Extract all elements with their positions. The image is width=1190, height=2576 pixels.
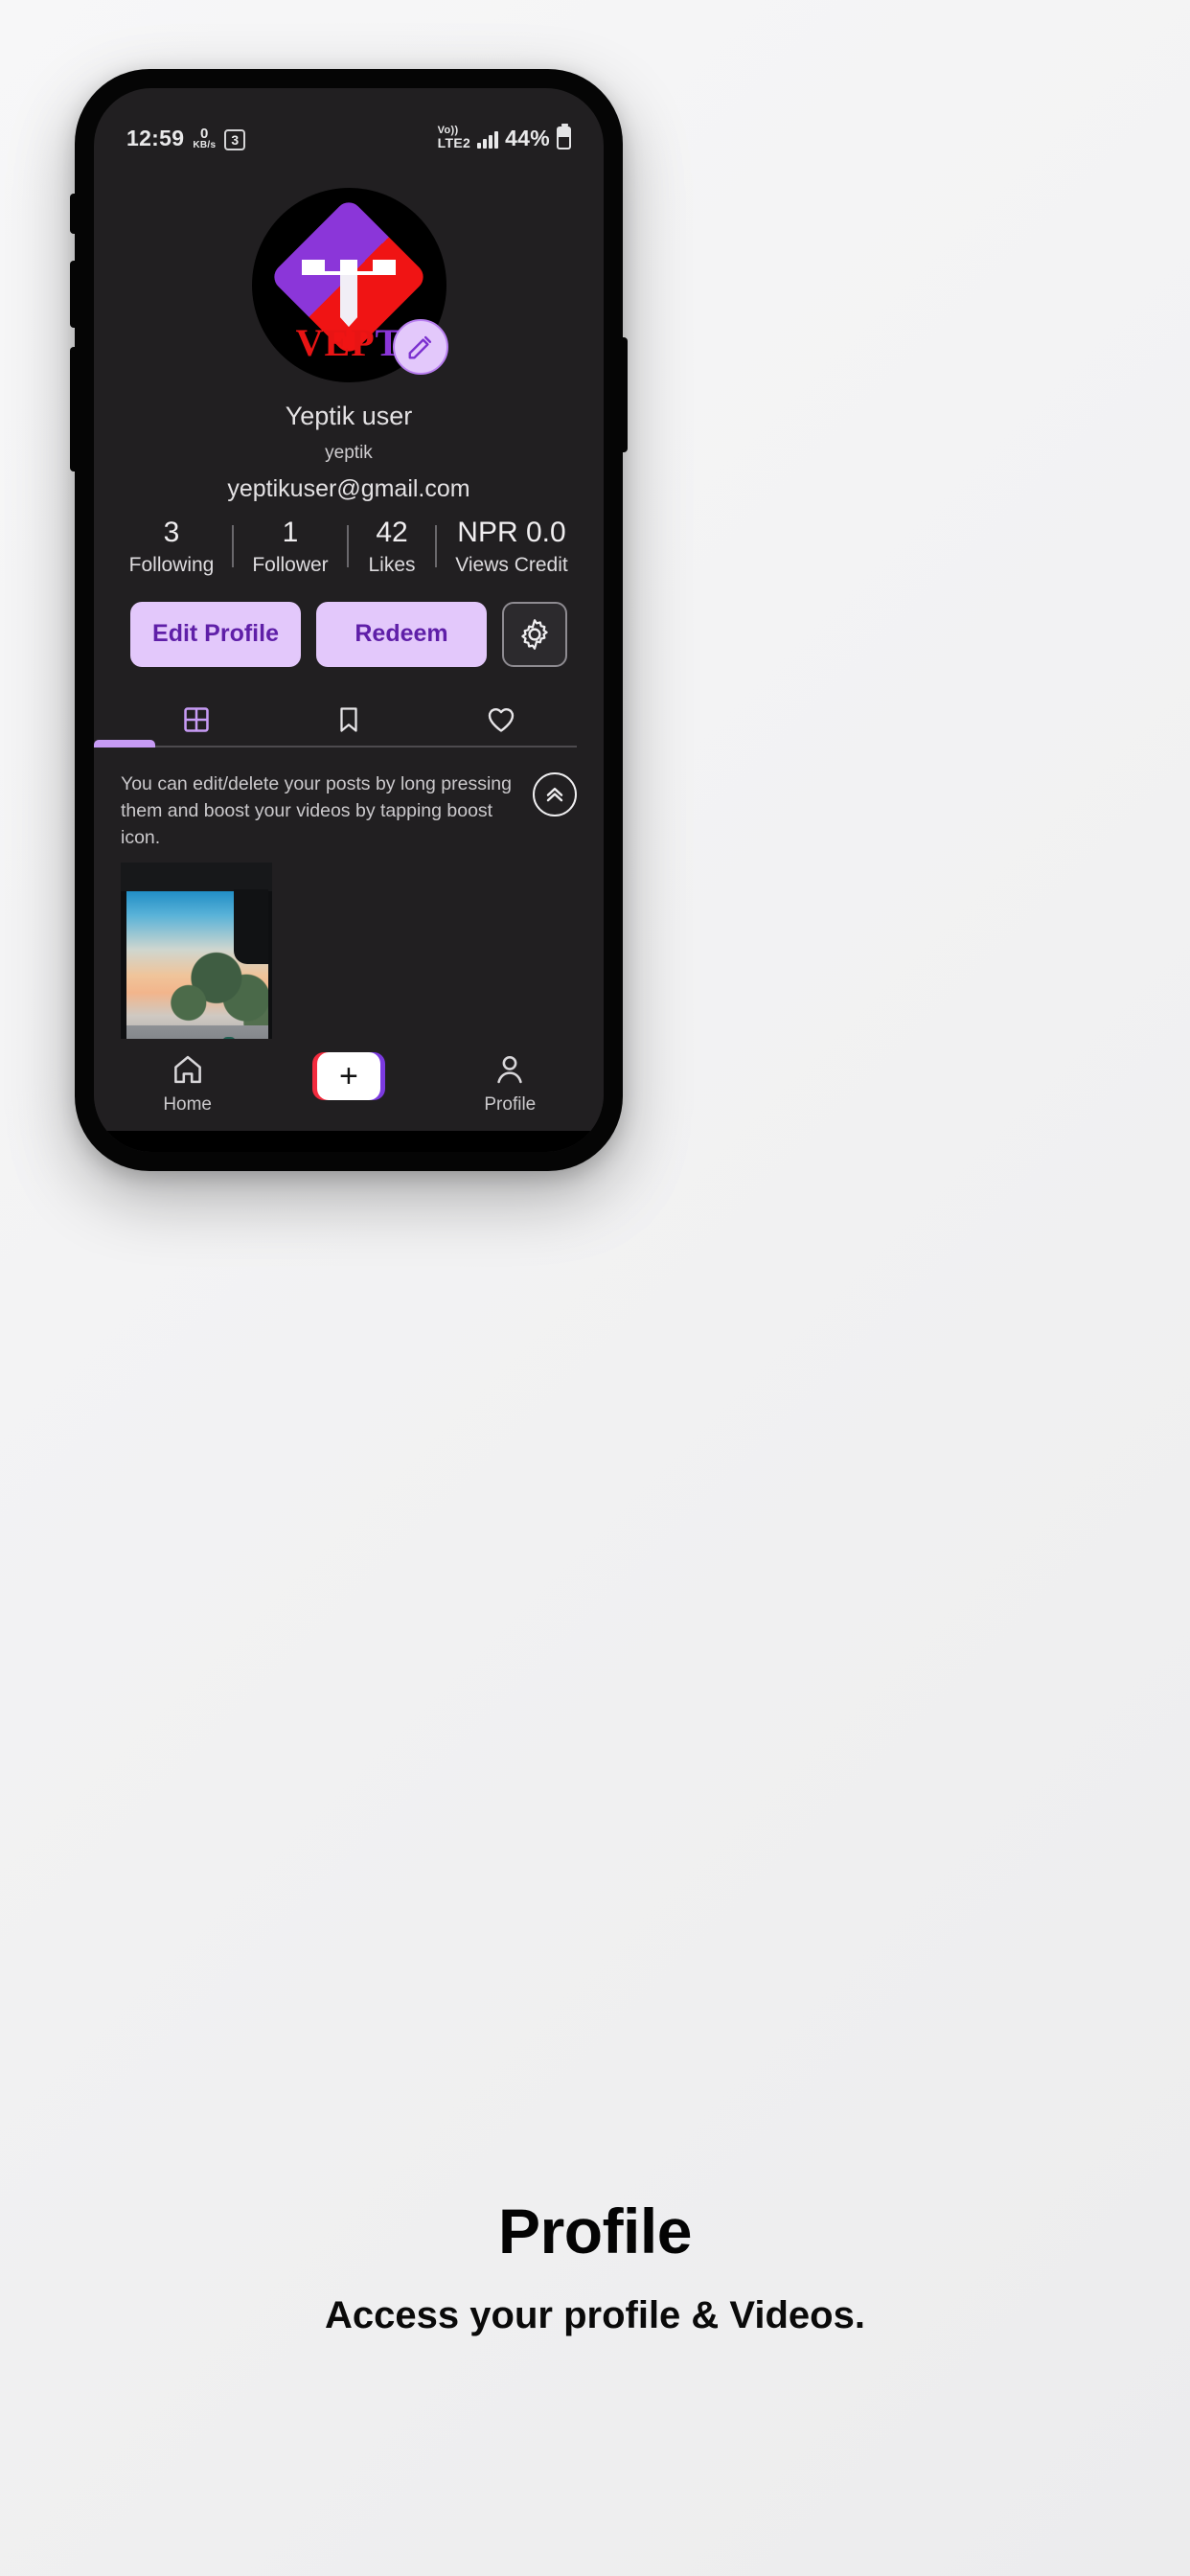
stat-label: Views Credit <box>455 553 568 576</box>
tab-posts[interactable] <box>121 692 273 748</box>
stats-row: 3 Following 1 Follower 42 Likes NPR 0.0 … <box>94 517 604 577</box>
battery-percent-label: 44% <box>505 126 550 150</box>
stat-divider <box>435 525 437 568</box>
phone-frame: 12:59 0 KB/s 3 Vo)) LTE2 44% VEPT Yeptik… <box>70 69 628 1171</box>
network-speed-unit: KB/s <box>193 140 217 150</box>
volte-bottom-label: LTE2 <box>437 135 471 150</box>
caption-title: Profile <box>498 2196 692 2266</box>
pencil-icon <box>408 335 431 359</box>
create-button-plus-icon: + <box>316 1052 380 1100</box>
bottom-nav: Home + Profile <box>94 1039 604 1152</box>
action-row: Edit Profile Redeem <box>94 601 604 667</box>
status-bar: 12:59 0 KB/s 3 Vo)) LTE2 44% <box>94 88 604 159</box>
logo-t-mark-icon <box>302 259 396 327</box>
phone-screen: 12:59 0 KB/s 3 Vo)) LTE2 44% VEPT Yeptik… <box>94 88 604 1152</box>
grid-icon <box>184 706 210 732</box>
profile-section: VEPT Yeptik user yeptik yeptikuser@gmail… <box>94 159 604 1120</box>
double-chevron-up-icon <box>546 787 563 801</box>
silent-switch-button[interactable] <box>70 194 78 234</box>
battery-icon <box>557 124 571 150</box>
signal-strength-icon <box>477 131 499 149</box>
notification-count-badge: 3 <box>224 128 246 150</box>
stat-value: 1 <box>282 517 299 548</box>
status-time: 12:59 <box>126 126 185 150</box>
stat-label: Following <box>128 553 215 576</box>
redeem-button[interactable]: Redeem <box>316 601 487 667</box>
stat-value: 42 <box>376 517 408 548</box>
profile-email: yeptikuser@gmail.com <box>227 475 470 502</box>
stat-divider <box>232 525 234 568</box>
stat-value: NPR 0.0 <box>457 517 566 548</box>
profile-name: Yeptik user <box>285 402 413 430</box>
settings-button[interactable] <box>502 601 567 667</box>
nav-item-profile[interactable]: Profile <box>452 1052 567 1116</box>
gear-icon <box>521 618 548 650</box>
logo-wordmark-red: VEP <box>295 321 376 364</box>
tab-underline-track <box>121 745 577 748</box>
volume-down-button[interactable] <box>70 347 78 472</box>
stat-likes[interactable]: 42 Likes <box>352 517 432 577</box>
stat-label: Follower <box>252 553 329 576</box>
stat-value: 3 <box>163 517 180 548</box>
caption-block: Profile Access your profile & Videos. <box>0 2195 1190 2337</box>
tab-active-indicator <box>94 739 155 748</box>
stat-follower[interactable]: 1 Follower <box>237 517 344 577</box>
thumb-roof <box>121 862 272 892</box>
caption-subtitle: Access your profile & Videos. <box>325 2294 865 2336</box>
network-speed-value: 0 <box>199 126 209 142</box>
profile-handle: yeptik <box>325 443 373 463</box>
nav-label-home: Home <box>163 1094 212 1115</box>
status-bar-right: Vo)) LTE2 44% <box>438 124 571 151</box>
stat-label: Likes <box>368 553 416 576</box>
stat-views-credit[interactable]: NPR 0.0 Views Credit <box>440 517 584 577</box>
stat-divider <box>347 525 349 568</box>
home-icon <box>173 1055 201 1084</box>
heart-icon <box>488 707 514 732</box>
bookmark-icon <box>340 706 357 732</box>
edit-avatar-button[interactable] <box>392 319 448 375</box>
system-navigation-bar <box>94 1131 604 1152</box>
boost-button[interactable] <box>533 771 577 816</box>
edit-profile-button[interactable]: Edit Profile <box>130 601 301 667</box>
tab-liked[interactable] <box>424 692 577 748</box>
network-speed-indicator: 0 KB/s <box>193 126 216 150</box>
avatar-wrapper: VEPT <box>251 188 448 382</box>
tab-saved[interactable] <box>273 692 425 748</box>
nav-label-profile: Profile <box>484 1094 537 1115</box>
stat-following[interactable]: 3 Following <box>114 517 229 577</box>
power-button[interactable] <box>620 337 628 452</box>
volume-up-button[interactable] <box>70 261 78 328</box>
create-button[interactable]: + <box>311 1052 385 1100</box>
person-icon <box>497 1055 522 1084</box>
volte-icon: Vo)) LTE2 <box>438 126 470 150</box>
info-banner-text: You can edit/delete your posts by long p… <box>121 772 512 849</box>
info-banner: You can edit/delete your posts by long p… <box>94 748 604 852</box>
profile-tabs <box>94 692 604 748</box>
nav-item-home[interactable]: Home <box>130 1052 245 1116</box>
status-bar-left: 12:59 0 KB/s 3 <box>126 126 246 151</box>
